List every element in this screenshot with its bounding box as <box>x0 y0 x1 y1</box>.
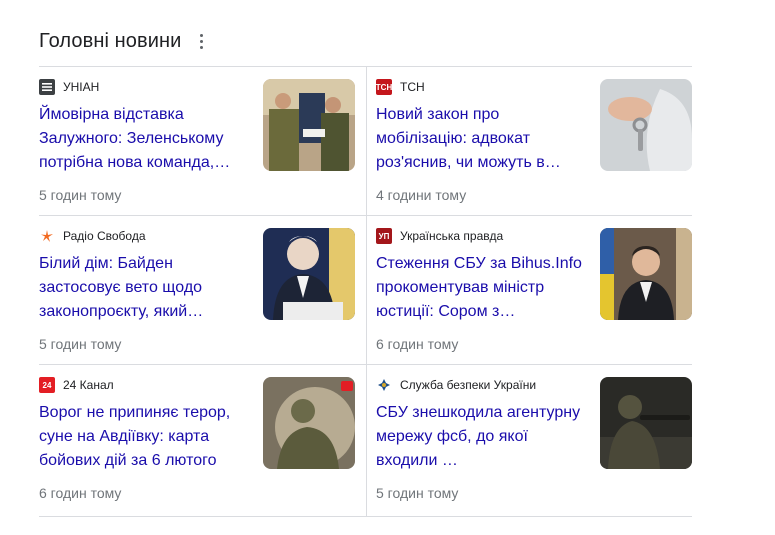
radio-svoboda-logo-icon <box>39 228 55 244</box>
sbu-logo-icon <box>376 377 392 393</box>
news-timestamp: 5 годин тому <box>376 485 459 501</box>
news-thumbnail[interactable] <box>263 377 355 469</box>
news-card[interactable]: УНІАН Ймовірна відставка Залужного: Зеле… <box>39 67 355 215</box>
news-source: TCH ТСН <box>376 79 425 95</box>
divider <box>39 516 692 517</box>
news-source: Служба безпеки України <box>376 377 536 393</box>
source-name: ТСН <box>400 80 425 94</box>
news-thumbnail[interactable] <box>263 228 355 320</box>
news-card[interactable]: УП Українська правда Стеження СБУ за Bih… <box>376 216 692 364</box>
news-timestamp: 6 годин тому <box>376 336 459 352</box>
tsn-logo-icon: TCH <box>376 79 392 95</box>
news-timestamp: 6 годин тому <box>39 485 122 501</box>
source-name: УНІАН <box>63 80 100 94</box>
source-name: Радіо Свобода <box>63 229 146 243</box>
channel-24-logo-icon: 24 <box>39 377 55 393</box>
news-headline[interactable]: СБУ знешкодила агентурну мережу фсб, до … <box>376 401 588 473</box>
news-source: УП Українська правда <box>376 228 503 244</box>
news-thumbnail[interactable] <box>600 79 692 171</box>
news-timestamp: 4 години тому <box>376 187 467 203</box>
source-name: 24 Канал <box>63 378 114 392</box>
news-source: УНІАН <box>39 79 99 95</box>
news-headline[interactable]: Стеження СБУ за Bihus.Info прокоментував… <box>376 252 588 324</box>
news-thumbnail[interactable] <box>600 377 692 469</box>
source-name: Служба безпеки України <box>400 378 537 392</box>
column-divider <box>366 66 367 516</box>
news-thumbnail[interactable] <box>600 228 692 320</box>
news-thumbnail[interactable] <box>263 79 355 171</box>
news-card[interactable]: 24 24 Канал Ворог не припиняє терор, сун… <box>39 365 355 513</box>
source-name: Українська правда <box>400 229 504 243</box>
news-timestamp: 5 годин тому <box>39 187 122 203</box>
news-card[interactable]: TCH ТСН Новий закон про мобілізацію: адв… <box>376 67 692 215</box>
news-source: 24 24 Канал <box>39 377 114 393</box>
news-source: Радіо Свобода <box>39 228 146 244</box>
ukrainska-pravda-logo-icon: УП <box>376 228 392 244</box>
section-header: Головні новини <box>39 28 207 54</box>
news-headline[interactable]: Ймовірна відставка Залужного: Зеленськом… <box>39 103 251 175</box>
news-headline[interactable]: Ворог не припиняє терор, суне на Авдіївк… <box>39 401 251 473</box>
news-headline[interactable]: Новий закон про мобілізацію: адвокат роз… <box>376 103 588 175</box>
news-card[interactable]: Служба безпеки України СБУ знешкодила аг… <box>376 365 692 513</box>
section-title: Головні новини <box>39 29 182 52</box>
more-options-icon[interactable] <box>195 30 207 52</box>
news-timestamp: 5 годин тому <box>39 336 122 352</box>
news-card[interactable]: Радіо Свобода Білий дім: Байден застосов… <box>39 216 355 364</box>
unian-logo-icon <box>39 79 55 95</box>
news-headline[interactable]: Білий дім: Байден застосовує вето щодо з… <box>39 252 251 324</box>
